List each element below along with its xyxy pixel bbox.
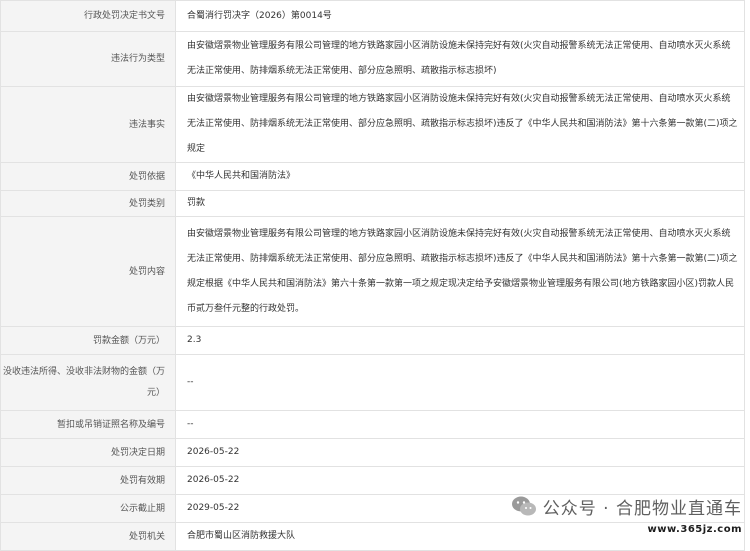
table-row: 公示截止期 2029-05-22 [0, 494, 745, 523]
penalty-record-table: 行政处罚决定书文号 合蜀消行罚决字（2026）第0014号 违法行为类型 由安徽… [0, 0, 745, 551]
table-row: 处罚类别 罚款 [0, 190, 745, 217]
table-row: 罚款金额（万元） 2.3 [0, 326, 745, 355]
row-label: 处罚决定日期 [0, 438, 176, 467]
row-value: 2.3 [175, 326, 745, 355]
row-value: 由安徽熠景物业管理服务有限公司管理的地方铁路家园小区消防设施未保持完好有效(火灾… [175, 216, 745, 327]
table-row: 处罚内容 由安徽熠景物业管理服务有限公司管理的地方铁路家园小区消防设施未保持完好… [0, 216, 745, 327]
row-value: 《中华人民共和国消防法》 [175, 162, 745, 191]
row-value: -- [175, 354, 745, 411]
row-value: 由安徽熠景物业管理服务有限公司管理的地方铁路家园小区消防设施未保持完好有效(火灾… [175, 86, 745, 163]
table-row: 处罚有效期 2026-05-22 [0, 466, 745, 495]
table-row: 没收违法所得、没收非法财物的金额（万元） -- [0, 354, 745, 411]
table-row: 处罚机关 合肥市蜀山区消防救援大队 [0, 522, 745, 551]
row-value: 2026-05-22 [175, 466, 745, 495]
row-label: 罚款金额（万元） [0, 326, 176, 355]
row-label: 没收违法所得、没收非法财物的金额（万元） [0, 354, 176, 411]
row-label: 违法行为类型 [0, 31, 176, 87]
row-label: 暂扣或吊销证照名称及编号 [0, 410, 176, 439]
row-label: 行政处罚决定书文号 [0, 0, 176, 32]
row-label: 处罚内容 [0, 216, 176, 327]
row-label: 处罚有效期 [0, 466, 176, 495]
row-label: 处罚机关 [0, 522, 176, 551]
table-row: 处罚依据 《中华人民共和国消防法》 [0, 162, 745, 191]
row-label: 处罚类别 [0, 190, 176, 217]
table-row: 违法事实 由安徽熠景物业管理服务有限公司管理的地方铁路家园小区消防设施未保持完好… [0, 86, 745, 163]
table-row: 暂扣或吊销证照名称及编号 -- [0, 410, 745, 439]
row-label: 违法事实 [0, 86, 176, 163]
row-value: 2029-05-22 [175, 494, 745, 523]
row-value: 由安徽熠景物业管理服务有限公司管理的地方铁路家园小区消防设施未保持完好有效(火灾… [175, 31, 745, 87]
row-label: 处罚依据 [0, 162, 176, 191]
row-value: 2026-05-22 [175, 438, 745, 467]
row-value: -- [175, 410, 745, 439]
table-row: 行政处罚决定书文号 合蜀消行罚决字（2026）第0014号 [0, 0, 745, 32]
row-value: 合蜀消行罚决字（2026）第0014号 [175, 0, 745, 32]
table-row: 违法行为类型 由安徽熠景物业管理服务有限公司管理的地方铁路家园小区消防设施未保持… [0, 31, 745, 87]
row-value: 罚款 [175, 190, 745, 217]
watermark-url: www.365jz.com [647, 524, 742, 535]
table-row: 处罚决定日期 2026-05-22 [0, 438, 745, 467]
row-label: 公示截止期 [0, 494, 176, 523]
